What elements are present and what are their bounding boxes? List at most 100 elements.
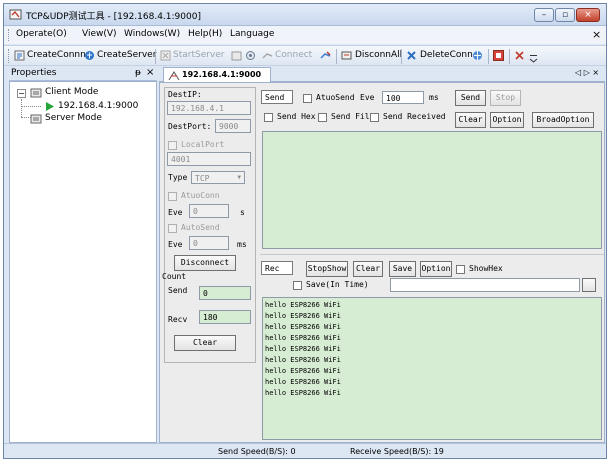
create-server-button[interactable]: CreateServer: [97, 50, 156, 60]
rec-clear-button[interactable]: Clear: [353, 261, 383, 277]
maximize-button[interactable]: ▫: [555, 8, 575, 22]
browse-button[interactable]: [582, 278, 596, 292]
start-server-button[interactable]: StartServer: [173, 50, 225, 60]
auto-conn-label: AtuoConn: [181, 191, 220, 200]
app-window: TCP&UDP测试工具 - [192.168.4.1:9000] – ▫ × O…: [3, 3, 607, 459]
auto-send-checkbox[interactable]: [168, 224, 177, 233]
properties-title: Properties: [11, 68, 57, 78]
dest-port-input[interactable]: 9000: [215, 119, 251, 133]
send-speed-status: Send Speed(B/S): 0: [218, 447, 296, 456]
delete-conn-button[interactable]: DeleteConn: [420, 50, 473, 60]
client-folder-icon: [30, 88, 42, 98]
local-port-label: LocalPort: [181, 140, 225, 149]
send-file-checkbox[interactable]: [318, 113, 327, 122]
count-label: Count: [162, 272, 187, 281]
rec-line: hello ESP8266 WiFi: [265, 378, 341, 386]
rec-option-button[interactable]: Option: [420, 261, 452, 277]
menu-view[interactable]: View(V): [82, 29, 117, 39]
menu-help[interactable]: Help(H): [188, 29, 222, 39]
stop-server-icon: [231, 51, 242, 61]
type-select-value: TCP: [195, 174, 210, 183]
rec-tab-label: Rec: [261, 261, 293, 275]
toolbar-separator: [488, 49, 489, 64]
local-port-checkbox[interactable]: [168, 141, 177, 150]
toolbar-separator: [336, 49, 337, 64]
network-icon[interactable]: [472, 50, 483, 61]
local-port-input[interactable]: 4001: [167, 152, 251, 166]
send-received-label: Send Received: [383, 112, 446, 121]
toolbar-separator: [509, 49, 510, 64]
create-server-icon: [85, 51, 94, 60]
dest-ip-input[interactable]: 192.168.4.1: [167, 101, 251, 115]
disconn-all-button[interactable]: DisconnAll: [355, 50, 402, 60]
auto-conn-checkbox[interactable]: [168, 192, 177, 201]
document-tab-strip: 192.168.4.1:9000 ◁ ▷ ×: [159, 67, 605, 83]
record-icon[interactable]: [493, 50, 504, 61]
toolbar-overflow-icon[interactable]: [528, 52, 539, 63]
collapse-toggle-icon[interactable]: −: [17, 89, 26, 98]
show-hex-checkbox[interactable]: [456, 265, 465, 274]
send-button[interactable]: Send: [455, 90, 486, 106]
tree-line: [21, 99, 22, 117]
disconnect-icon[interactable]: [320, 50, 331, 61]
recv-count-value: 180: [199, 310, 251, 324]
clear-count-button[interactable]: Clear: [174, 335, 236, 351]
rec-line: hello ESP8266 WiFi: [265, 334, 341, 342]
close-window-button[interactable]: ×: [576, 8, 600, 22]
minimize-button[interactable]: –: [534, 8, 554, 22]
connection-tab-icon: [168, 71, 180, 81]
server-folder-icon: [30, 114, 42, 124]
stop-show-button[interactable]: StopShow: [306, 261, 348, 277]
panel-divider: [260, 254, 604, 255]
pin-icon[interactable]: ᵽ: [135, 68, 141, 78]
menu-windows[interactable]: Windows(W): [124, 29, 180, 39]
properties-header: Properties ᵽ ×: [9, 67, 157, 81]
send-hex-label: Send Hex: [277, 112, 316, 121]
broad-option-button[interactable]: BroadOption: [532, 112, 594, 128]
disconnect-button[interactable]: Disconnect: [174, 255, 236, 271]
eve-label: Eve: [168, 208, 183, 217]
eve-label: Eve: [168, 240, 183, 249]
settings-icon[interactable]: [245, 50, 256, 61]
connect-button[interactable]: Connect: [275, 50, 312, 60]
rec-line: hello ESP8266 WiFi: [265, 323, 341, 331]
tab-nav-controls[interactable]: ◁ ▷ ×: [575, 68, 599, 77]
send-textarea[interactable]: [262, 131, 602, 249]
connection-view: DestIP: 192.168.4.1 DestPort: 9000 Local…: [159, 82, 605, 443]
auto-conn-eve-input[interactable]: 0: [189, 204, 229, 218]
create-conn-button[interactable]: CreateConnn: [27, 50, 86, 60]
send-clear-button[interactable]: Clear: [455, 112, 486, 128]
save-path-input[interactable]: [390, 278, 580, 292]
stop-button[interactable]: Stop: [490, 90, 521, 106]
send-received-checkbox[interactable]: [370, 113, 379, 122]
type-select[interactable]: TCP ▼: [191, 171, 245, 184]
rec-line: hello ESP8266 WiFi: [265, 367, 341, 375]
window-title: TCP&UDP测试工具 - [192.168.4.1:9000]: [26, 12, 201, 22]
receive-speed-status: Receive Speed(B/S): 19: [350, 447, 444, 456]
tree-client-mode[interactable]: Client Mode: [45, 87, 98, 97]
auto-send-label: AutoSend: [181, 223, 220, 232]
properties-close-icon[interactable]: ×: [146, 67, 154, 78]
tree-line: [21, 106, 41, 107]
tree-server-mode[interactable]: Server Mode: [45, 113, 102, 123]
tab-connection[interactable]: 192.168.4.1:9000: [163, 67, 271, 83]
rec-save-button[interactable]: Save: [389, 261, 416, 277]
menu-close-icon[interactable]: ×: [592, 28, 601, 41]
exit-icon[interactable]: [514, 50, 525, 61]
save-in-time-checkbox[interactable]: [293, 281, 302, 290]
send-hex-checkbox[interactable]: [264, 113, 273, 122]
toolbar-separator: [155, 49, 156, 64]
toolbar-grip-icon: [8, 49, 10, 63]
menu-operate[interactable]: Operate(O): [16, 29, 67, 39]
menu-language[interactable]: Language: [230, 29, 274, 39]
receive-textarea[interactable]: hello ESP8266 WiFi hello ESP8266 WiFi he…: [262, 297, 602, 440]
tree-connection-item[interactable]: 192.168.4.1:9000: [58, 101, 138, 111]
auto-send-toggle-checkbox[interactable]: [303, 94, 312, 103]
menu-grip-icon: [8, 29, 10, 41]
auto-send-eve-input[interactable]: 0: [189, 236, 229, 250]
show-hex-label: ShowHex: [469, 264, 503, 273]
send-option-button[interactable]: Option: [490, 112, 524, 128]
send-interval-input[interactable]: 100: [382, 91, 424, 104]
eve-unit-ms: ms: [237, 240, 247, 249]
auto-send-toggle-label: AtuoSend: [316, 93, 355, 102]
